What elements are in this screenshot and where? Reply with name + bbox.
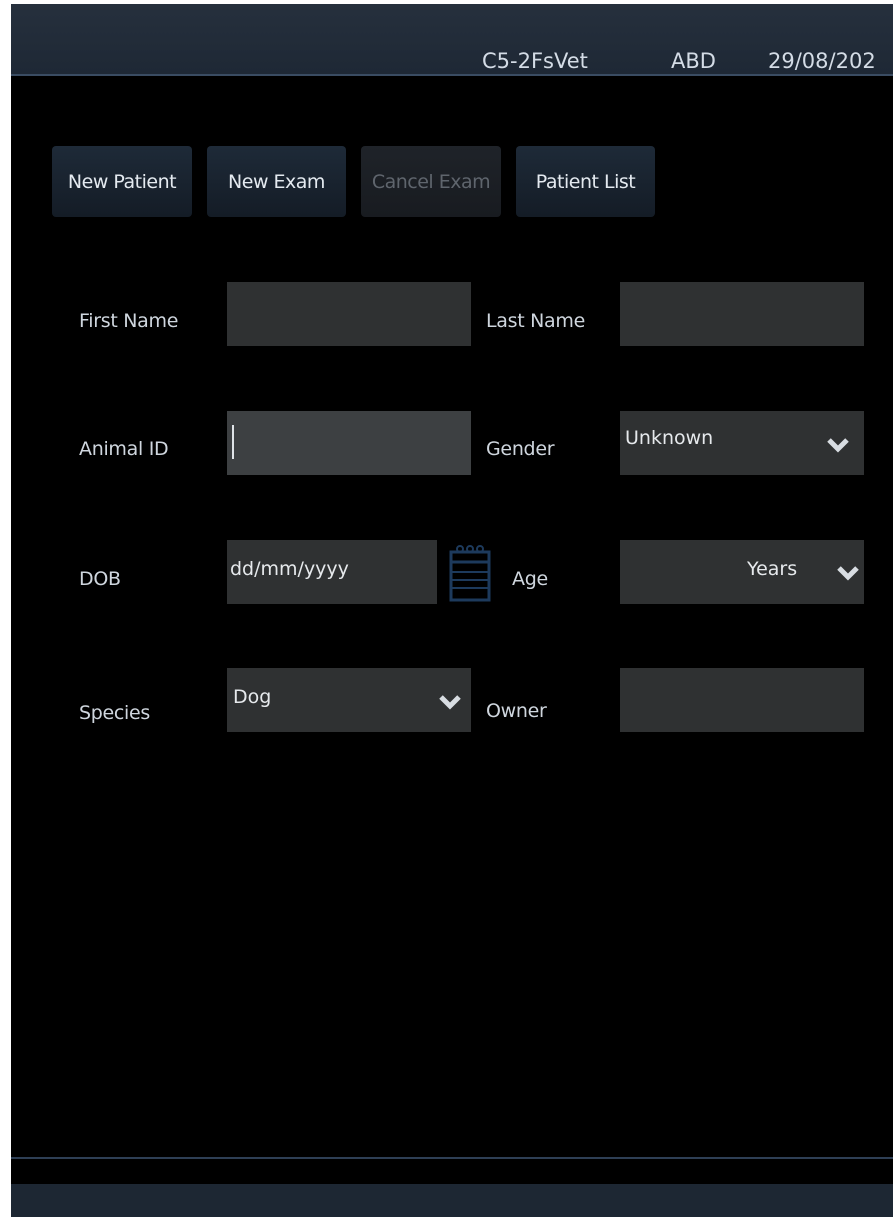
new-exam-button[interactable]: New Exam [207, 146, 346, 217]
species-label: Species [79, 702, 151, 724]
species-select[interactable]: Dog [227, 668, 471, 732]
bottom-bar [11, 1184, 893, 1217]
status-bar: C5-2FsVet ABD 29/08/202 [11, 4, 893, 76]
probe-name: C5-2FsVet [482, 49, 588, 73]
gender-select[interactable]: Unknown [620, 411, 864, 475]
species-value: Dog [233, 686, 272, 708]
new-patient-button[interactable]: New Patient [52, 146, 192, 217]
patient-screen: C5-2FsVet ABD 29/08/202 New Patient New … [11, 4, 893, 1217]
age-label: Age [512, 568, 548, 590]
dob-placeholder: dd/mm/yyyy [230, 558, 349, 580]
last-name-label: Last Name [486, 310, 585, 332]
age-field[interactable]: Years [620, 540, 864, 604]
exam-preset: ABD [671, 49, 716, 73]
cancel-exam-button: Cancel Exam [361, 146, 501, 217]
gender-value: Unknown [625, 427, 714, 449]
text-cursor [232, 425, 234, 459]
calendar-icon[interactable] [448, 542, 494, 604]
date-display: 29/08/202 [768, 49, 876, 73]
divider [11, 1157, 893, 1159]
first-name-field[interactable] [227, 282, 471, 346]
dob-label: DOB [79, 568, 121, 590]
animal-id-label: Animal ID [79, 438, 169, 460]
patient-list-button[interactable]: Patient List [516, 146, 655, 217]
first-name-label: First Name [79, 310, 179, 332]
owner-label: Owner [486, 700, 547, 722]
gender-label: Gender [486, 438, 555, 460]
animal-id-field[interactable] [227, 411, 471, 475]
chevron-down-icon [439, 695, 461, 710]
dob-field[interactable]: dd/mm/yyyy [227, 540, 437, 604]
chevron-down-icon [827, 438, 849, 453]
last-name-field[interactable] [620, 282, 864, 346]
chevron-down-icon [837, 566, 859, 581]
age-unit-select[interactable]: Years [747, 537, 797, 601]
owner-field[interactable] [620, 668, 864, 732]
